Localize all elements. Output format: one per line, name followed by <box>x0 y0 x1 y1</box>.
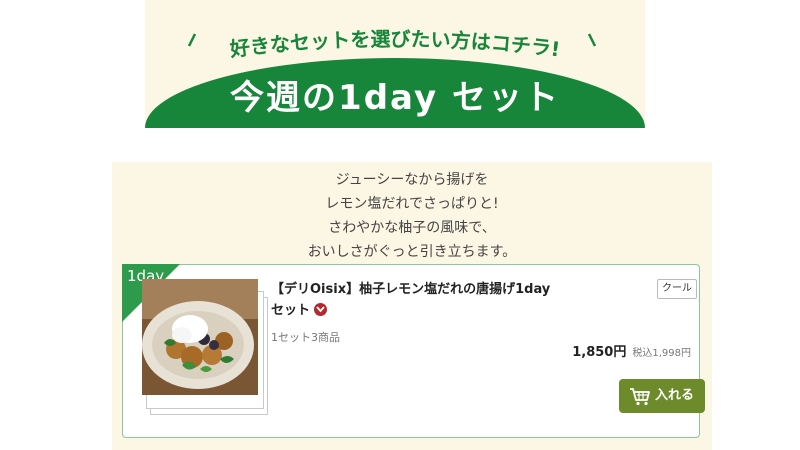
chevron-down-glyph <box>316 306 325 313</box>
banner-slogan-wrap: 好きなセットを選びたい方はコチラ! <box>145 22 645 62</box>
product-title-line2-text: セット <box>271 303 311 318</box>
product-title-line2: セット <box>271 300 571 321</box>
description-line: ジューシーなから揚げを <box>335 172 489 188</box>
product-title-line1: 【デリOisix】柚子レモン塩だれの唐揚げ1day <box>271 282 551 297</box>
chevron-down-icon[interactable] <box>314 303 328 316</box>
description-line: おいしさがぐっと引き立ちます。 <box>307 244 517 260</box>
banner: 好きなセットを選びたい方はコチラ! 今週の1day セット <box>145 0 645 128</box>
banner-title: 今週の1day セット <box>230 78 560 118</box>
banner-slogan-text: 好きなセットを選びたい方はコチラ! <box>228 27 562 62</box>
description: ジューシーなから揚げを レモン塩だれでさっぱりと! さわやかな柚子の風味で、 お… <box>112 168 712 264</box>
item-count: 1セット3商品 <box>271 331 340 344</box>
product-photo[interactable] <box>142 279 258 395</box>
add-to-cart-button[interactable]: 入れる <box>619 379 705 413</box>
price-row: 1,850円 税込1,998円 <box>572 341 691 360</box>
product-photo-stack[interactable] <box>138 279 268 421</box>
karaage-dish-photo <box>142 279 258 395</box>
set-panel: ジューシーなから揚げを レモン塩だれでさっぱりと! さわやかな柚子の風味で、 お… <box>112 162 712 450</box>
tax-included-price: 税込1,998円 <box>632 348 691 359</box>
add-to-cart-label: 入れる <box>655 388 695 403</box>
cart-icon <box>630 388 650 406</box>
product-card[interactable]: 1day 【デリOisix】柚子レモン塩だれの唐揚げ1day セット クール 1… <box>122 264 705 438</box>
price: 1,850円 <box>572 345 627 360</box>
description-line: さわやかな柚子の風味で、 <box>328 220 496 236</box>
description-line: レモン塩だれでさっぱりと! <box>325 196 499 212</box>
product-title[interactable]: 【デリOisix】柚子レモン塩だれの唐揚げ1day セット <box>271 279 571 321</box>
banner-slogan-svg: 好きなセットを選びたい方はコチラ! <box>187 27 597 62</box>
slogan-left-slash <box>187 33 197 47</box>
slogan-right-slash <box>587 33 597 47</box>
banner-arc: 今週の1day セット <box>145 58 645 128</box>
banner-slogan: 好きなセットを選びたい方はコチラ! <box>228 27 562 62</box>
cool-badge: クール <box>657 279 697 299</box>
